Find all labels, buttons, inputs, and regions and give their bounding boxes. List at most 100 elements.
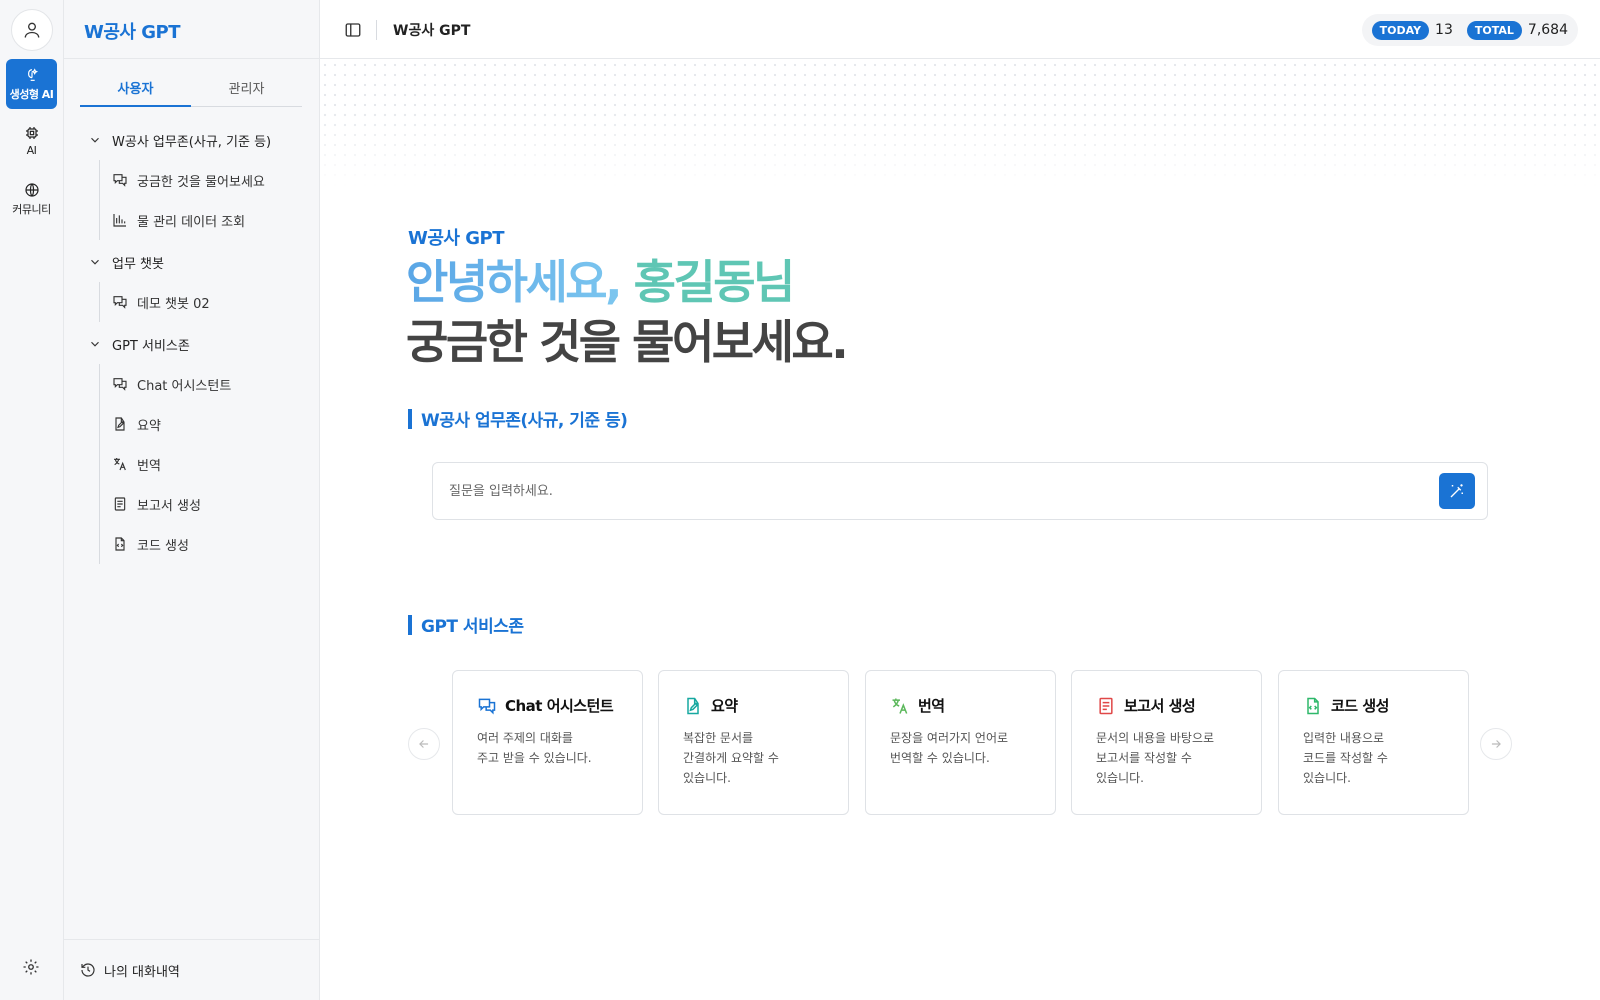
nav-item-chat-assistant[interactable]: Chat 어시스턴트 <box>112 364 310 404</box>
history-label: 나의 대화내역 <box>104 964 180 980</box>
sidebar-toggle-button[interactable] <box>344 21 362 39</box>
rail-item-community[interactable]: 커뮤니티 <box>6 174 57 224</box>
section-accent-bar <box>408 408 412 429</box>
card-title-text: 번역 <box>918 697 945 715</box>
total-badge: TOTAL <box>1466 20 1522 40</box>
side-nav: W공사 GPT 사용자 관리자 W공사 업무존(사규, 기준 등) 궁금한 것을… <box>64 0 320 1000</box>
total-counter: TOTAL 7,684 <box>1466 20 1568 40</box>
report-icon <box>114 497 126 511</box>
visit-counter: TODAY 13 TOTAL 7,684 <box>1361 14 1578 46</box>
nav-group-label: GPT 서비스존 <box>112 338 190 354</box>
card-title: 요약 <box>683 695 828 716</box>
globe-icon <box>24 182 39 197</box>
nav-item-label: 궁금한 것을 물어보세요 <box>137 174 265 190</box>
chat-icon <box>478 698 496 714</box>
card-description: 복잡한 문서를 간결하게 요약할 수 있습니다. <box>683 731 779 785</box>
icon-rail: 생성형 AI AI 커뮤니티 <box>0 0 64 1000</box>
chat-icon <box>113 296 127 309</box>
settings-button[interactable] <box>22 958 42 978</box>
nav-item-translate[interactable]: 번역 <box>112 444 310 484</box>
nav-item-demo-chatbot[interactable]: 데모 챗봇 02 <box>112 282 310 322</box>
rail-item-ai[interactable]: AI <box>6 116 57 166</box>
nav-item-label: 보고서 생성 <box>137 498 201 514</box>
service-cards: Chat 어시스턴트 여러 주제의 대화를 주고 받을 수 있습니다. 요약 복… <box>452 670 1469 815</box>
service-card-report[interactable]: 보고서 생성 문서의 내용을 바탕으로 보고서를 작성할 수 있습니다. <box>1071 670 1262 815</box>
nav-item-label: Chat 어시스턴트 <box>137 378 232 394</box>
carousel-next-button[interactable] <box>1480 728 1512 760</box>
nav-item-ask-question[interactable]: 궁금한 것을 물어보세요 <box>112 160 310 200</box>
question-box <box>432 462 1488 520</box>
card-title-text: Chat 어시스턴트 <box>505 697 614 715</box>
code-file-icon <box>115 537 125 551</box>
nav-tree: W공사 업무존(사규, 기준 등) 궁금한 것을 물어보세요 물 관리 데이터 … <box>84 124 310 570</box>
hero-greeting: 안녕하세요, 홍길동님 <box>406 246 796 312</box>
nav-item-report[interactable]: 보고서 생성 <box>112 484 310 524</box>
greeting-hello: 안녕하세요, <box>406 255 623 309</box>
card-title: 코드 생성 <box>1303 695 1448 716</box>
code-file-icon <box>1307 697 1319 714</box>
rail-item-label: 생성형 AI <box>9 87 54 101</box>
work-zone-title: W공사 업무존(사규, 기준 등) <box>421 411 628 431</box>
today-value: 13 <box>1435 22 1453 38</box>
data-chart-icon <box>113 214 126 227</box>
rail-item-label: AI <box>26 144 37 157</box>
magic-wand-icon <box>1450 484 1463 498</box>
card-description: 문장을 여러가지 언어로 번역할 수 있습니다. <box>890 731 1009 765</box>
nav-item-label: 물 관리 데이터 조회 <box>137 214 246 230</box>
service-card-summary[interactable]: 요약 복잡한 문서를 간결하게 요약할 수 있습니다. <box>658 670 849 815</box>
tab-admin[interactable]: 관리자 <box>191 70 302 106</box>
arrow-right-icon <box>1491 740 1501 748</box>
card-title: 보고서 생성 <box>1096 695 1241 716</box>
service-card-code[interactable]: 코드 생성 입력한 내용으로 코드를 작성할 수 있습니다. <box>1278 670 1469 815</box>
nav-item-code[interactable]: 코드 생성 <box>112 524 310 564</box>
nav-group-children: 데모 챗봇 02 <box>99 282 310 322</box>
total-value: 7,684 <box>1527 22 1568 38</box>
tab-user[interactable]: 사용자 <box>80 70 191 107</box>
question-input[interactable] <box>449 477 1409 505</box>
nav-group-work-zone[interactable]: W공사 업무존(사규, 기준 등) <box>84 124 310 156</box>
service-zone-heading: GPT 서비스존 <box>408 612 524 637</box>
chat-icon <box>113 378 127 391</box>
carousel-prev-button[interactable] <box>408 728 440 760</box>
dot-pattern-background <box>320 60 1600 188</box>
rail-item-label: 커뮤니티 <box>12 202 51 216</box>
gear-icon <box>23 959 39 975</box>
chevron-down-icon <box>91 341 99 347</box>
card-description: 문서의 내용을 바탕으로 보고서를 작성할 수 있습니다. <box>1096 731 1215 785</box>
arrow-left-icon <box>419 740 429 748</box>
card-title-text: 보고서 생성 <box>1124 697 1196 715</box>
edit-doc-icon <box>115 417 125 431</box>
work-zone-heading: W공사 업무존(사규, 기준 등) <box>408 406 628 431</box>
sparkle-brain-icon <box>27 67 38 81</box>
nav-group-chatbot[interactable]: 업무 챗봇 <box>84 246 310 278</box>
card-title: Chat 어시스턴트 <box>477 695 622 716</box>
my-history-button[interactable]: 나의 대화내역 <box>64 939 320 1000</box>
nav-item-summary[interactable]: 요약 <box>112 404 310 444</box>
nav-group-gpt-service[interactable]: GPT 서비스존 <box>84 328 310 360</box>
submit-question-button[interactable] <box>1439 473 1475 509</box>
main-content: W공사 GPT 안녕하세요, 홍길동님 궁금한 것을 물어보세요. W공사 업무… <box>320 60 1600 1000</box>
chevron-down-icon <box>91 259 99 265</box>
nav-item-label: 번역 <box>137 458 161 474</box>
history-icon <box>81 963 95 977</box>
header-title: W공사 GPT <box>393 23 471 39</box>
nav-item-water-data[interactable]: 물 관리 데이터 조회 <box>112 200 310 240</box>
today-counter: TODAY 13 <box>1371 20 1461 40</box>
chip-icon <box>25 127 38 139</box>
translate-icon <box>114 458 126 471</box>
user-icon <box>24 22 40 38</box>
greeting-username: 홍길동님 <box>633 255 796 309</box>
nav-item-label: 요약 <box>137 418 161 434</box>
nav-item-label: 코드 생성 <box>137 538 189 554</box>
card-description: 여러 주제의 대화를 주고 받을 수 있습니다. <box>477 731 592 765</box>
top-header: W공사 GPT TODAY 13 TOTAL 7,684 <box>320 0 1600 59</box>
avatar[interactable] <box>11 9 53 51</box>
chevron-down-icon <box>91 137 99 143</box>
nav-item-label: 데모 챗봇 02 <box>137 296 210 312</box>
brand-title[interactable]: W공사 GPT <box>64 0 319 59</box>
sidebar-toggle-icon <box>345 23 361 37</box>
service-card-translate[interactable]: 번역 문장을 여러가지 언어로 번역할 수 있습니다. <box>865 670 1056 815</box>
service-card-chat[interactable]: Chat 어시스턴트 여러 주제의 대화를 주고 받을 수 있습니다. <box>452 670 643 815</box>
rail-item-generative-ai[interactable]: 생성형 AI <box>6 59 57 109</box>
translate-icon <box>892 698 908 714</box>
